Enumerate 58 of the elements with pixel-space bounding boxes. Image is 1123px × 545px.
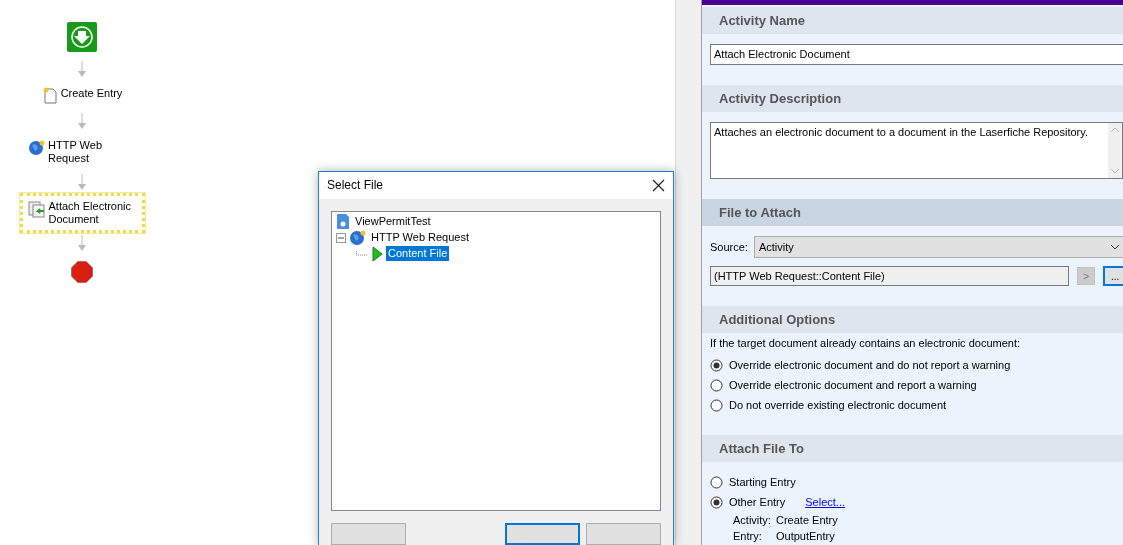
activity-label: HTTP Web Request — [48, 139, 103, 165]
tree-item[interactable]: HTTP Web Request — [369, 230, 472, 246]
description-field[interactable]: Attaches an electronic document to a document in the Laserfiche Repository. — [710, 122, 1123, 179]
option-label[interactable]: Starting Entry — [729, 476, 796, 488]
chevron-down-icon — [1110, 244, 1120, 250]
tree-item[interactable]: ViewPermitTest — [353, 214, 433, 230]
radio-button[interactable] — [710, 495, 723, 509]
workflow-icon — [336, 213, 350, 231]
connector-arrow — [77, 174, 87, 191]
play-icon — [371, 246, 383, 262]
close-icon[interactable] — [652, 179, 665, 192]
file-path-field[interactable]: (HTTP Web Request::Content File) — [710, 266, 1070, 286]
activity-label: Attach Electronic Document — [48, 200, 133, 226]
source-dropdown[interactable]: Activity — [753, 236, 1123, 258]
new-document-icon — [41, 87, 58, 104]
option-label[interactable]: Do not override existing electronic document — [729, 399, 947, 411]
section-header: Activity Description — [702, 85, 1123, 112]
dialog-button[interactable] — [505, 523, 580, 545]
detail-label: Entry: — [733, 530, 763, 542]
section-header: Attach File To — [702, 435, 1123, 462]
start-icon — [67, 22, 97, 52]
file-tree[interactable]: ViewPermitTest HTTP Web Request Content File — [331, 211, 661, 511]
radio-button[interactable] — [710, 358, 723, 372]
collapse-icon[interactable] — [336, 233, 346, 243]
browse-button[interactable]: ... — [1103, 266, 1123, 286]
activity-node[interactable]: Attach Electronic Document — [19, 193, 145, 233]
option-label[interactable]: Other Entry — [729, 496, 786, 508]
section-header: File to Attach — [702, 199, 1123, 226]
dialog-title: Select File — [327, 178, 384, 193]
activity-node[interactable]: Create Entry — [33, 80, 131, 111]
select-link[interactable]: Select... — [805, 496, 845, 508]
radio-button[interactable] — [710, 475, 723, 489]
section-header: Activity Name — [702, 7, 1123, 34]
globe-icon — [349, 229, 366, 247]
options-prompt: If the target document already contains an electronic document: — [710, 337, 1021, 351]
activity-node[interactable]: HTTP Web Request — [20, 132, 144, 172]
detail-label: Activity: — [733, 514, 772, 526]
section-header: Additional Options — [702, 306, 1123, 333]
activity-label: Create Entry — [60, 87, 123, 100]
scrollbar[interactable] — [1108, 123, 1122, 178]
attach-document-icon — [27, 200, 46, 218]
radio-button[interactable] — [710, 398, 723, 412]
scroll-up-icon — [1110, 127, 1120, 133]
stop-icon — [71, 261, 93, 283]
globe-icon — [28, 139, 45, 156]
connector-arrow — [77, 113, 87, 130]
detail-value: OutputEntry — [776, 530, 835, 542]
tree-item[interactable]: Content File — [386, 246, 450, 262]
connector-arrow — [77, 61, 87, 78]
activity-name-field[interactable]: Attach Electronic Document — [710, 44, 1123, 65]
option-label[interactable]: Override electronic document and report a warning — [729, 379, 977, 391]
option-label[interactable]: Override electronic document and do not report a warning — [729, 359, 1011, 371]
radio-button[interactable] — [710, 378, 723, 392]
scroll-down-icon — [1110, 168, 1120, 174]
connector-arrow — [77, 235, 87, 252]
source-label: Source: — [710, 241, 748, 253]
tree-connector — [356, 251, 368, 257]
detail-value: Create Entry — [776, 514, 838, 526]
